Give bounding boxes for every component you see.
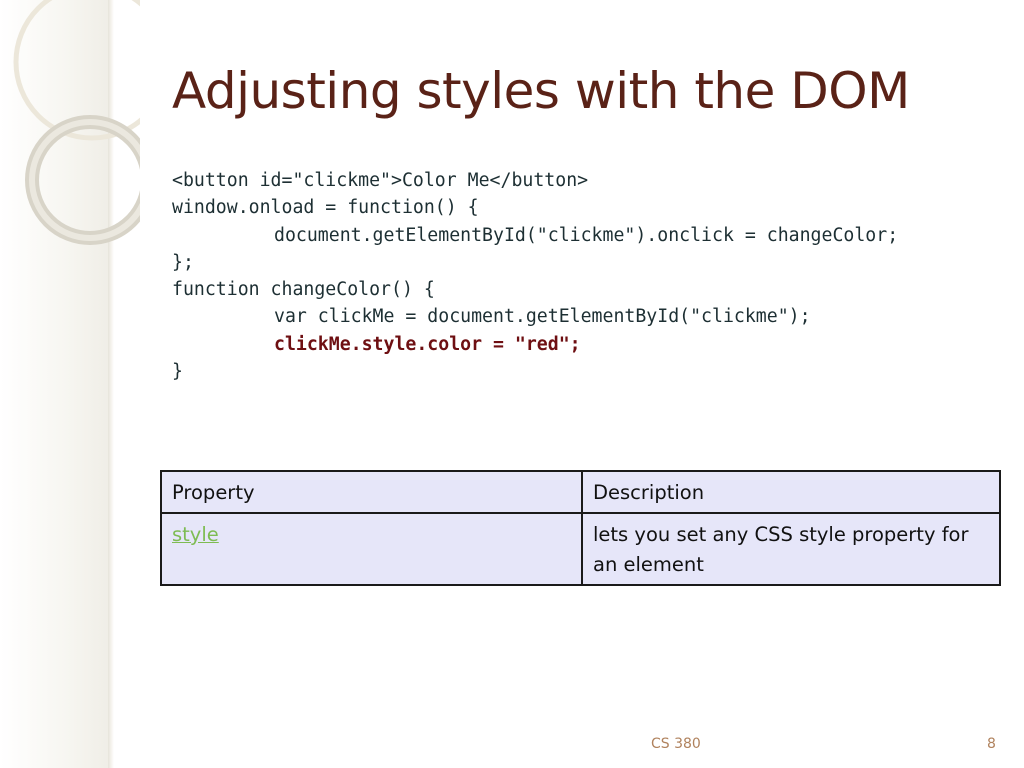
code-line: function changeColor() { [172,279,435,301]
property-link-style[interactable]: style [172,523,219,546]
decorative-circles [13,0,140,245]
slide-title: Adjusting styles with the DOM [172,62,910,120]
footer-page-number: 8 [987,736,996,752]
slide: Adjusting styles with the DOM <button id… [0,0,1024,768]
code-line: } [172,361,183,383]
code-block: <button id="clickme">Color Me</button> w… [172,167,898,385]
code-line: document.getElementById("clickme").oncli… [274,224,899,246]
code-line: var clickMe = document.getElementById("c… [274,306,811,328]
code-line: }; [172,251,194,273]
table-cell-description: lets you set any CSS style property for … [581,512,1001,586]
table-cell-property: style [160,512,583,586]
footer-course-label: CS 380 [651,736,701,752]
property-table: Property Description style lets you set … [160,470,1001,586]
code-line: <button id="clickme">Color Me</button> [172,170,589,191]
code-line-highlighted: clickMe.style.color = "red"; [274,333,581,355]
table-row: style lets you set any CSS style propert… [160,512,1001,586]
code-line: window.onload = function() { [172,197,479,219]
table-header-description: Description [581,470,1001,514]
table-header-property: Property [160,470,583,514]
table-header-row: Property Description [160,470,1001,514]
